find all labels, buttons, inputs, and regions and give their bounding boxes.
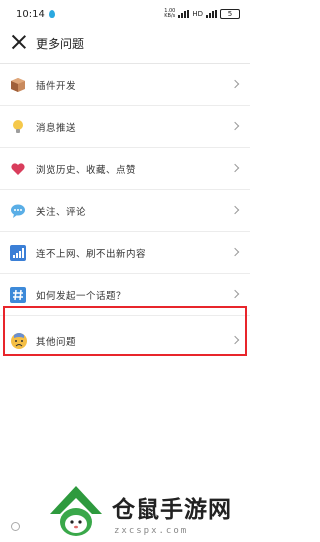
water-drop-icon [48, 10, 55, 18]
signal-icon [178, 10, 190, 18]
wifi-signal-icon [206, 10, 217, 18]
list-item-label: 如何发起一个话题？ [36, 290, 127, 302]
list-item-label: 连不上网、刷不出新内容 [36, 248, 147, 260]
watermark-brand: 仓鼠手游网 [112, 497, 232, 523]
package-box-icon [10, 77, 26, 93]
status-time: 10:14 [16, 8, 45, 20]
net-speed: 1.00 KB/s [164, 8, 176, 19]
battery-level: 5 [227, 10, 233, 18]
page-title: 更多问题 [36, 37, 85, 51]
highlight-box [3, 306, 247, 356]
speech-bubble-icon [10, 203, 26, 219]
battery-icon: 5 [220, 9, 240, 19]
chevron-right-icon [230, 121, 240, 131]
list-item-plugin-dev[interactable]: 插件开发 [0, 64, 250, 106]
list-item-push[interactable]: 消息推送 [0, 106, 250, 148]
hashtag-icon [10, 286, 26, 303]
signal-bars-icon [10, 244, 26, 261]
heart-icon [10, 161, 26, 177]
watermark-url: zxcspx.com [114, 526, 189, 536]
status-indicators: 1.00 KB/s HD 5 [164, 9, 240, 19]
chevron-right-icon [230, 247, 240, 257]
network-type: HD [192, 10, 203, 18]
list-item-network[interactable]: 连不上网、刷不出新内容 [0, 232, 250, 274]
list-item-label: 关注、评论 [36, 206, 87, 218]
watermark-logo: 仓鼠手游网 zxcspx.com [48, 484, 238, 542]
chevron-right-icon [230, 79, 240, 89]
list-item-label: 插件开发 [36, 80, 77, 92]
header: 更多问题 [0, 28, 250, 58]
list-item-follow-comment[interactable]: 关注、评论 [0, 190, 250, 232]
list-item-history[interactable]: 浏览历史、收藏、点赞 [0, 148, 250, 190]
nav-circle-icon[interactable] [11, 522, 20, 531]
list-item-label: 浏览历史、收藏、点赞 [36, 164, 137, 176]
status-bar: 10:14 1.00 KB/s HD 5 [0, 0, 250, 28]
chevron-right-icon [230, 163, 240, 173]
close-icon[interactable] [12, 35, 26, 49]
chevron-right-icon [230, 289, 240, 299]
lightbulb-icon [10, 119, 26, 135]
list-item-label: 消息推送 [36, 122, 77, 134]
hamster-logo-icon [50, 486, 102, 536]
chevron-right-icon [230, 205, 240, 215]
